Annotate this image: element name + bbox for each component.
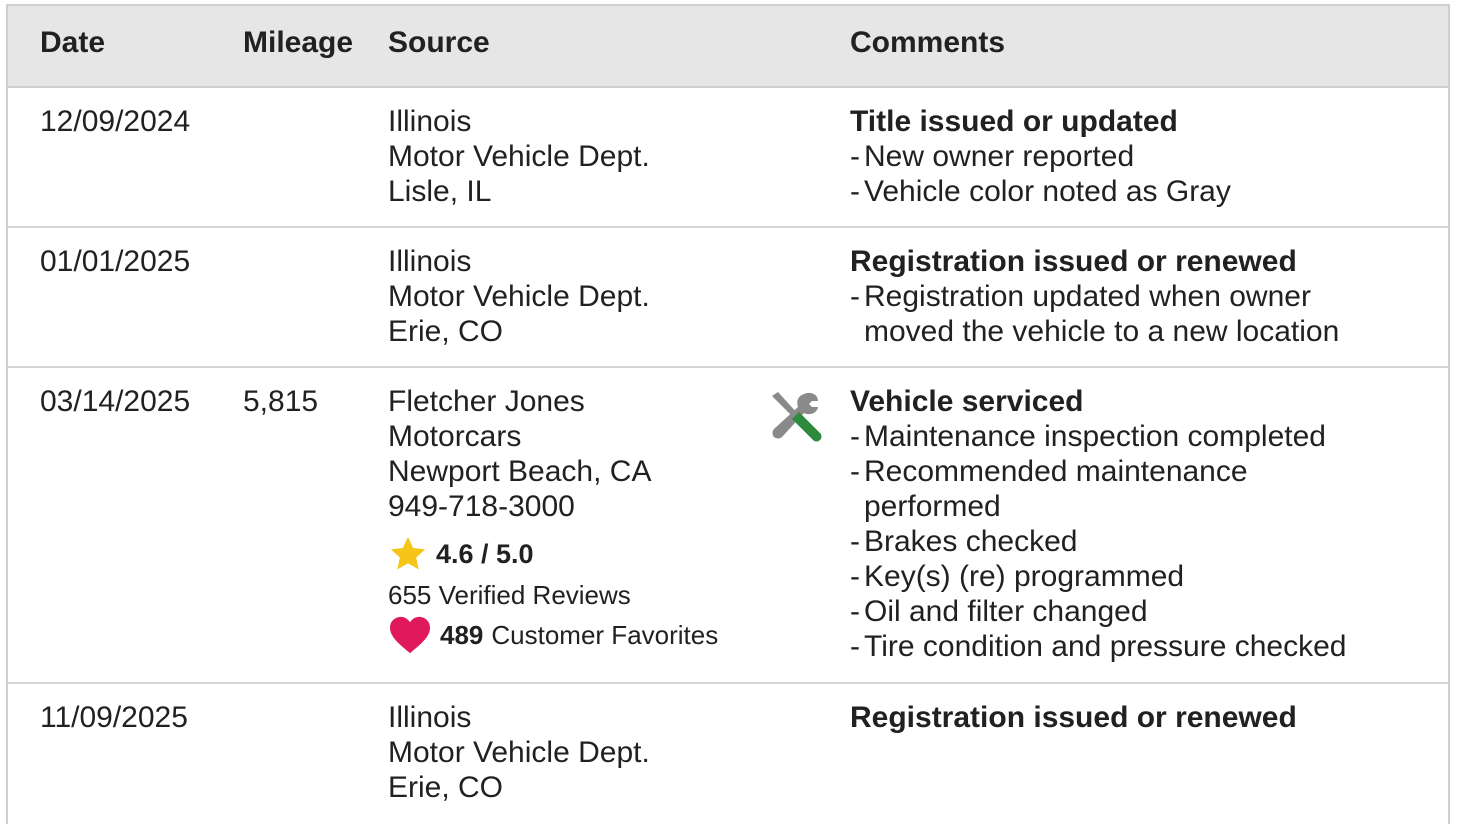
comment-item: - Vehicle color noted as Gray	[850, 175, 1231, 208]
mileage-cell: 5,815	[243, 385, 319, 418]
date-cell: 03/14/2025	[40, 385, 191, 418]
source-line: Motor Vehicle Dept.	[388, 280, 650, 313]
table-header: Date Mileage Source Comments	[8, 6, 1448, 88]
comment-item: - Key(s) (re) programmed	[850, 560, 1185, 593]
header-comments: Comments	[850, 26, 1006, 59]
dealer-name[interactable]: Fletcher Jones	[388, 384, 718, 419]
source-cell: Illinois Motor Vehicle Dept. Lisle, IL	[388, 104, 650, 209]
comment-item: - Oil and filter changed	[850, 595, 1148, 628]
source-line: Illinois	[388, 701, 472, 734]
customer-favorites: 489 Customer Favorites	[388, 614, 718, 656]
verified-reviews-link[interactable]: 655 Verified Reviews	[388, 576, 718, 614]
comment-title: Vehicle serviced	[850, 385, 1084, 418]
table-row: 03/14/2025 5,815 Fletcher Jones Motorcar…	[8, 368, 1448, 684]
comment-item: - Tire condition and pressure checked	[850, 630, 1347, 663]
comments-cell: Title issued or updated - New owner repor…	[850, 104, 1390, 209]
comments-cell: Registration issued or renewed	[850, 700, 1390, 735]
header-source: Source	[388, 26, 490, 59]
dealer-location: Newport Beach, CA	[388, 455, 652, 488]
favorites-label: Customer Favorites	[491, 619, 719, 650]
source-line: Erie, CO	[388, 771, 504, 804]
table-row: 11/09/2025 Illinois Motor Vehicle Dept. …	[8, 684, 1448, 824]
source-cell: Illinois Motor Vehicle Dept. Erie, CO	[388, 700, 650, 805]
header-mileage: Mileage	[243, 26, 354, 59]
comment-title: Registration issued or renewed	[850, 701, 1297, 734]
service-tools-icon	[772, 392, 822, 442]
heart-icon	[390, 616, 430, 654]
rating-value: 4.6 / 5.0	[436, 538, 534, 569]
comment-title: Registration issued or renewed	[850, 245, 1297, 278]
dealer-rating: 4.6 / 5.0	[388, 532, 718, 576]
comment-item: - Brakes checked	[850, 525, 1078, 558]
comment-item: - New owner reported	[850, 140, 1135, 173]
source-cell: Fletcher Jones Motorcars Newport Beach, …	[388, 384, 718, 656]
source-line: Illinois	[388, 245, 472, 278]
table-row: 01/01/2025 Illinois Motor Vehicle Dept. …	[8, 228, 1448, 368]
table-row: 12/09/2024 Illinois Motor Vehicle Dept. …	[8, 88, 1448, 228]
source-line: Motor Vehicle Dept.	[388, 736, 650, 769]
star-icon	[390, 537, 426, 570]
dealer-phone[interactable]: 949-718-3000	[388, 489, 718, 524]
source-line: Illinois	[388, 105, 472, 138]
comments-cell: Registration issued or renewed - Registra…	[850, 244, 1390, 349]
favorites-count: 489	[440, 619, 484, 650]
header-date: Date	[40, 26, 106, 59]
source-line: Erie, CO	[388, 315, 504, 348]
source-line: Lisle, IL	[388, 175, 492, 208]
source-cell: Illinois Motor Vehicle Dept. Erie, CO	[388, 244, 650, 349]
comment-item: - Recommended maintenance performed	[850, 455, 1248, 523]
dealer-name[interactable]: Motorcars	[388, 419, 718, 454]
comments-cell: Vehicle serviced - Maintenance inspection…	[850, 384, 1390, 664]
date-cell: 01/01/2025	[40, 245, 191, 278]
comment-title: Title issued or updated	[850, 105, 1178, 138]
date-cell: 11/09/2025	[40, 701, 188, 734]
date-cell: 12/09/2024	[40, 105, 191, 138]
history-table: Date Mileage Source Comments 12/09/2024 …	[6, 4, 1450, 824]
comment-item: - Registration updated when owner moved t…	[850, 280, 1340, 348]
source-line: Motor Vehicle Dept.	[388, 140, 650, 173]
comment-item: - Maintenance inspection completed	[850, 420, 1326, 453]
